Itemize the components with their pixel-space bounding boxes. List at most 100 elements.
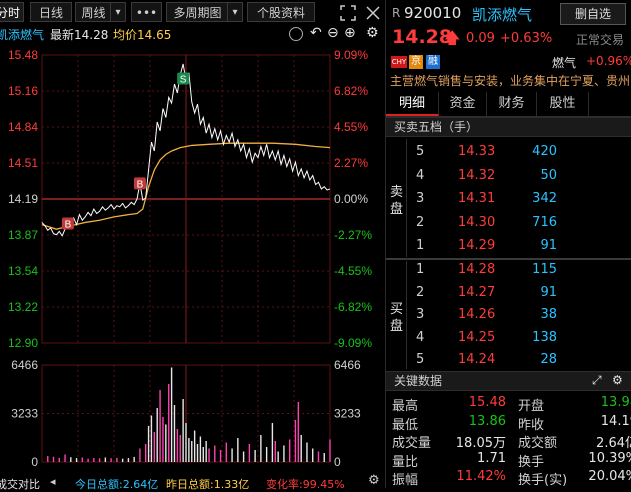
bid-volume: 91: [540, 285, 557, 300]
orderbook-title: 买卖五档（手）: [394, 120, 478, 134]
trade-marker-label: B: [65, 220, 72, 231]
bid-volume: 115: [532, 262, 557, 277]
key-data-label: 成交额: [518, 432, 557, 451]
pct-tick-label: -2.27%: [334, 228, 372, 242]
key-data-value: 2.64亿: [596, 432, 631, 451]
price-tick-label: 13.87: [8, 228, 38, 242]
tag-rong: 融: [426, 55, 440, 69]
ask-price: 14.33: [458, 144, 495, 159]
pct-tick-label: 6.82%: [334, 84, 368, 98]
pct-tick-label: 9.09%: [334, 48, 368, 62]
bid-volume: 28: [540, 352, 557, 367]
price-tick-label: 12.90: [8, 336, 38, 350]
price-change: 0.09: [466, 31, 495, 46]
sector-label[interactable]: 燃气: [552, 54, 576, 71]
key-data-label: 成交量: [392, 432, 431, 451]
bid-level: 5: [416, 352, 424, 367]
key-data-value: 11.42%: [456, 469, 506, 484]
stock-code: 920010: [404, 4, 461, 22]
tab-detail[interactable]: 明细: [386, 92, 439, 116]
ask-level: 5: [416, 144, 424, 159]
key-data-value: 10.39%: [588, 451, 631, 466]
footer-prev-arrow[interactable]: ◂: [50, 475, 56, 488]
price-tick-label: 13.54: [8, 264, 38, 278]
ask-volume: 91: [540, 238, 557, 253]
key-data-label: 量比: [392, 451, 418, 470]
pct-tick-label: -9.09%: [334, 336, 372, 350]
trade-marker-label: B: [137, 179, 144, 190]
tab-stock-character[interactable]: 股性: [537, 92, 589, 116]
key-data-value: 14.19: [601, 414, 631, 429]
bid-price: 14.28: [458, 262, 495, 277]
bid-level: 4: [416, 330, 424, 345]
orderbook-header: 买卖五档（手）: [386, 117, 631, 137]
price-tick-label: 15.48: [8, 48, 38, 62]
ask-price: 14.30: [458, 215, 495, 230]
footer-today-total: 今日总额:2.64亿: [75, 476, 158, 492]
bid-price: 14.27: [458, 285, 495, 300]
volume-tick-label-right: 0: [334, 455, 341, 469]
ask-price: 14.32: [458, 168, 495, 183]
trade-marker-label: S: [180, 74, 187, 85]
ask-volume: 342: [532, 191, 557, 206]
key-data-settings-icon[interactable]: ⚙: [612, 373, 623, 387]
price-tick-label: 14.51: [8, 156, 38, 170]
key-data-label: 振幅: [392, 469, 418, 488]
bid-level: 1: [416, 262, 424, 277]
key-data-value: 20.04%: [588, 469, 631, 484]
sector-change: +0.96%: [586, 54, 631, 68]
r-badge: R: [392, 6, 400, 20]
volume-tick-label: 3233: [11, 407, 38, 421]
price-tick-label: 14.84: [8, 120, 38, 134]
bid-level: 3: [416, 307, 424, 322]
footer-compare-label: 成交对比: [0, 476, 40, 492]
footer-yesterday-total: 昨日总额:1.33亿: [166, 476, 249, 492]
quote-panel: R 920010 凯添燃气 删自选 14.28 🡅 0.09 +0.63% 正常…: [385, 0, 631, 488]
footer-settings-icon[interactable]: ⚙: [368, 473, 380, 488]
key-data-label: 最高: [392, 395, 418, 414]
business-summary: 主营燃气销售与安装，业务集中在宁夏、贵州: [390, 72, 631, 88]
pct-tick-label: 0.00%: [334, 192, 368, 206]
price-change-pct: +0.63%: [500, 31, 552, 46]
ask-level: 2: [416, 215, 424, 230]
ask-volume: 50: [540, 168, 557, 183]
intraday-chart: 15.48 9.09% 15.16 6.82% 14.84 4.55% 14.51 2.27%…: [0, 0, 385, 488]
bid-volume: 138: [532, 330, 557, 345]
price-up-arrow-icon: 🡅: [444, 27, 460, 54]
price-tick-label: 13.22: [8, 300, 38, 314]
buy-label-bottom: 盘: [390, 315, 403, 334]
bid-level: 2: [416, 285, 424, 300]
bid-price: 14.26: [458, 307, 495, 322]
footer-change-rate: 变化率:99.45%: [266, 476, 345, 492]
sell-label-bottom: 盘: [390, 198, 403, 217]
pct-tick-label: 4.55%: [334, 120, 368, 134]
key-data-expand-icon[interactable]: ⤢: [592, 373, 602, 388]
bid-price: 14.25: [458, 330, 495, 345]
pct-tick-label: 2.27%: [334, 156, 368, 170]
ask-level: 4: [416, 168, 424, 183]
volume-tick-label: 0: [31, 455, 38, 469]
trading-status: 正常交易: [576, 31, 624, 48]
key-data-label: 昨收: [518, 414, 544, 433]
remove-watchlist-button[interactable]: 删自选: [560, 3, 626, 25]
volume-tick-label-right: 6466: [334, 358, 361, 372]
tag-chy: CHY: [391, 56, 407, 68]
key-data-value: 18.05万: [456, 432, 506, 451]
pct-tick-label: -4.55%: [334, 264, 372, 278]
price-tick-label: 15.16: [8, 84, 38, 98]
volume-tick-label-right: 3233: [334, 407, 361, 421]
bid-price: 14.24: [458, 352, 495, 367]
key-data-value: 1.71: [477, 451, 506, 466]
key-data-label: 开盘: [518, 395, 544, 414]
key-data-value: 15.48: [469, 395, 506, 410]
key-data-title: 关键数据: [394, 374, 442, 388]
pct-tick-label: -6.82%: [334, 300, 372, 314]
ask-volume: 716: [532, 215, 557, 230]
tab-finance[interactable]: 财务: [487, 92, 537, 116]
bid-volume: 38: [540, 307, 557, 322]
tab-funds[interactable]: 资金: [439, 92, 487, 116]
ask-level: 3: [416, 191, 424, 206]
key-data-label: 换手: [518, 451, 544, 470]
ask-price: 14.31: [458, 191, 495, 206]
key-data-value: 13.98: [601, 395, 631, 410]
